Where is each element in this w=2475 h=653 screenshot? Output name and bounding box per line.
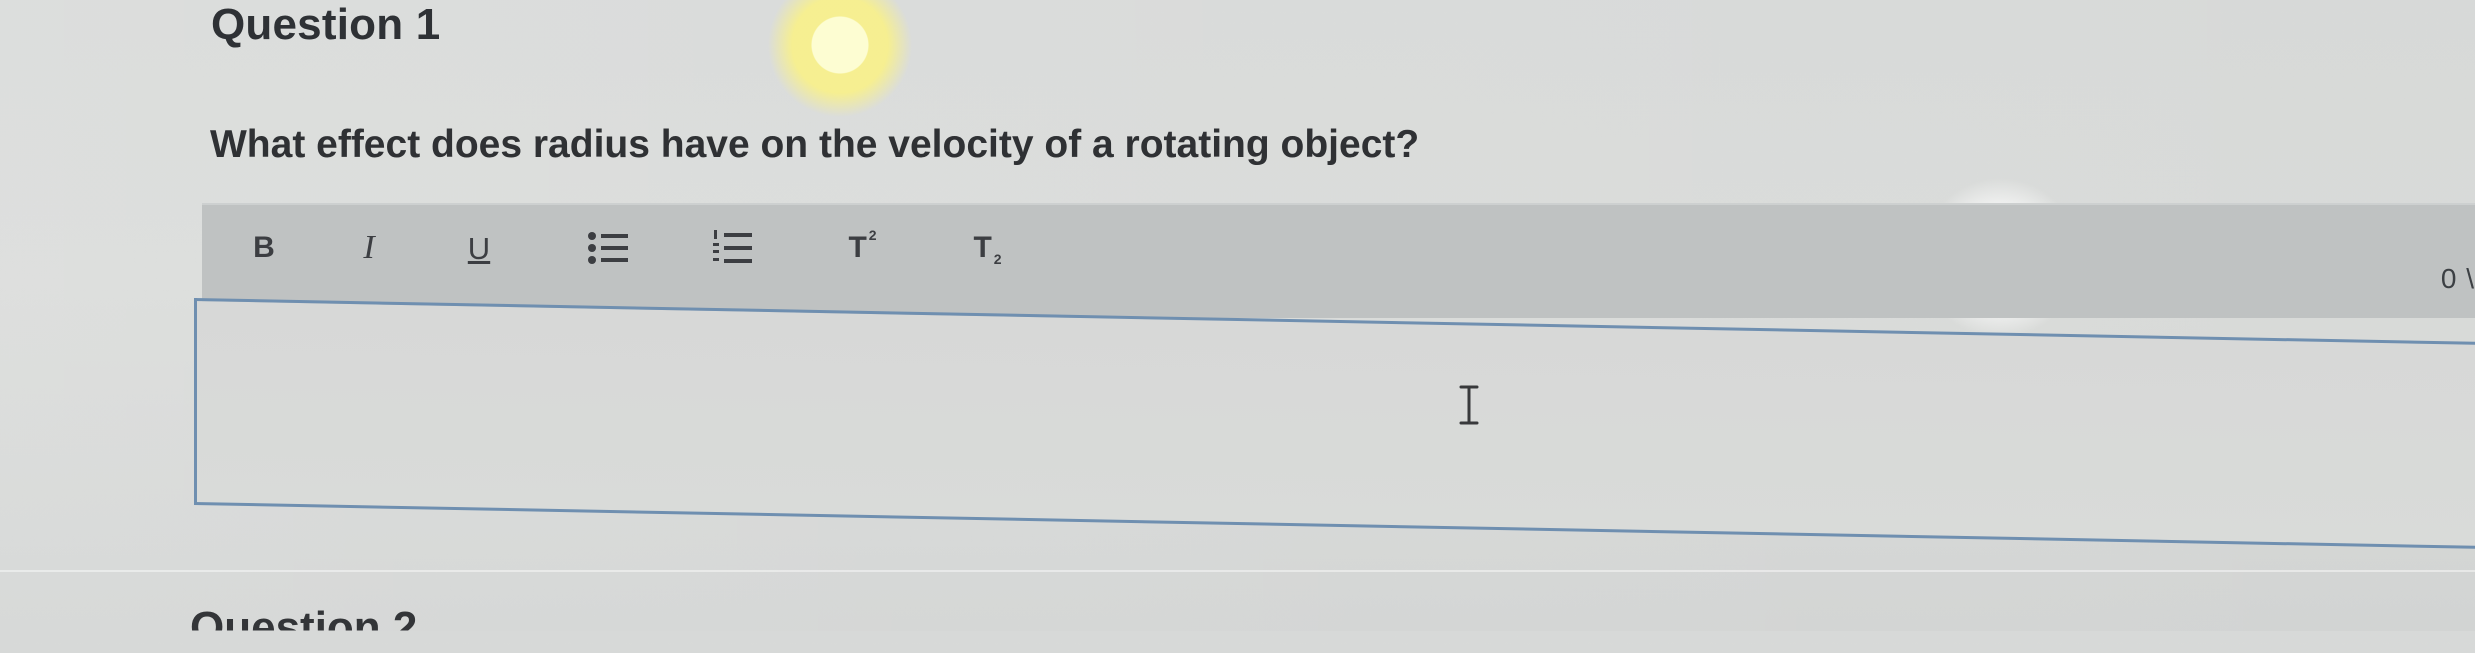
word-count: 0 \ <box>2440 263 2475 294</box>
question-prompt: What effect does radius have on the velo… <box>210 123 1420 166</box>
question-title: Question 1 <box>211 0 441 49</box>
editor-toolbar: B I U T 2 T 2 0 \ <box>202 203 2475 318</box>
italic-button[interactable]: I <box>360 223 378 273</box>
subscript-button[interactable]: T 2 <box>965 223 1010 273</box>
text-cursor-icon <box>1459 385 1479 425</box>
numbered-list-icon <box>712 230 752 263</box>
numbered-list-button[interactable] <box>710 223 755 273</box>
superscript-button[interactable]: T 2 <box>840 223 885 273</box>
answer-text-editor[interactable] <box>194 298 2475 549</box>
bulleted-list-icon <box>588 232 628 264</box>
subscript-mark: 2 <box>993 251 1002 267</box>
subscript-t: T <box>973 231 992 264</box>
bulleted-list-button[interactable] <box>584 223 632 273</box>
section-divider <box>0 570 2475 572</box>
next-question-title: Question 2 <box>190 603 418 652</box>
underline-button[interactable]: U <box>464 223 494 273</box>
superscript-t: T <box>848 231 867 264</box>
bold-button[interactable]: B <box>249 223 279 273</box>
superscript-mark: 2 <box>868 227 877 243</box>
